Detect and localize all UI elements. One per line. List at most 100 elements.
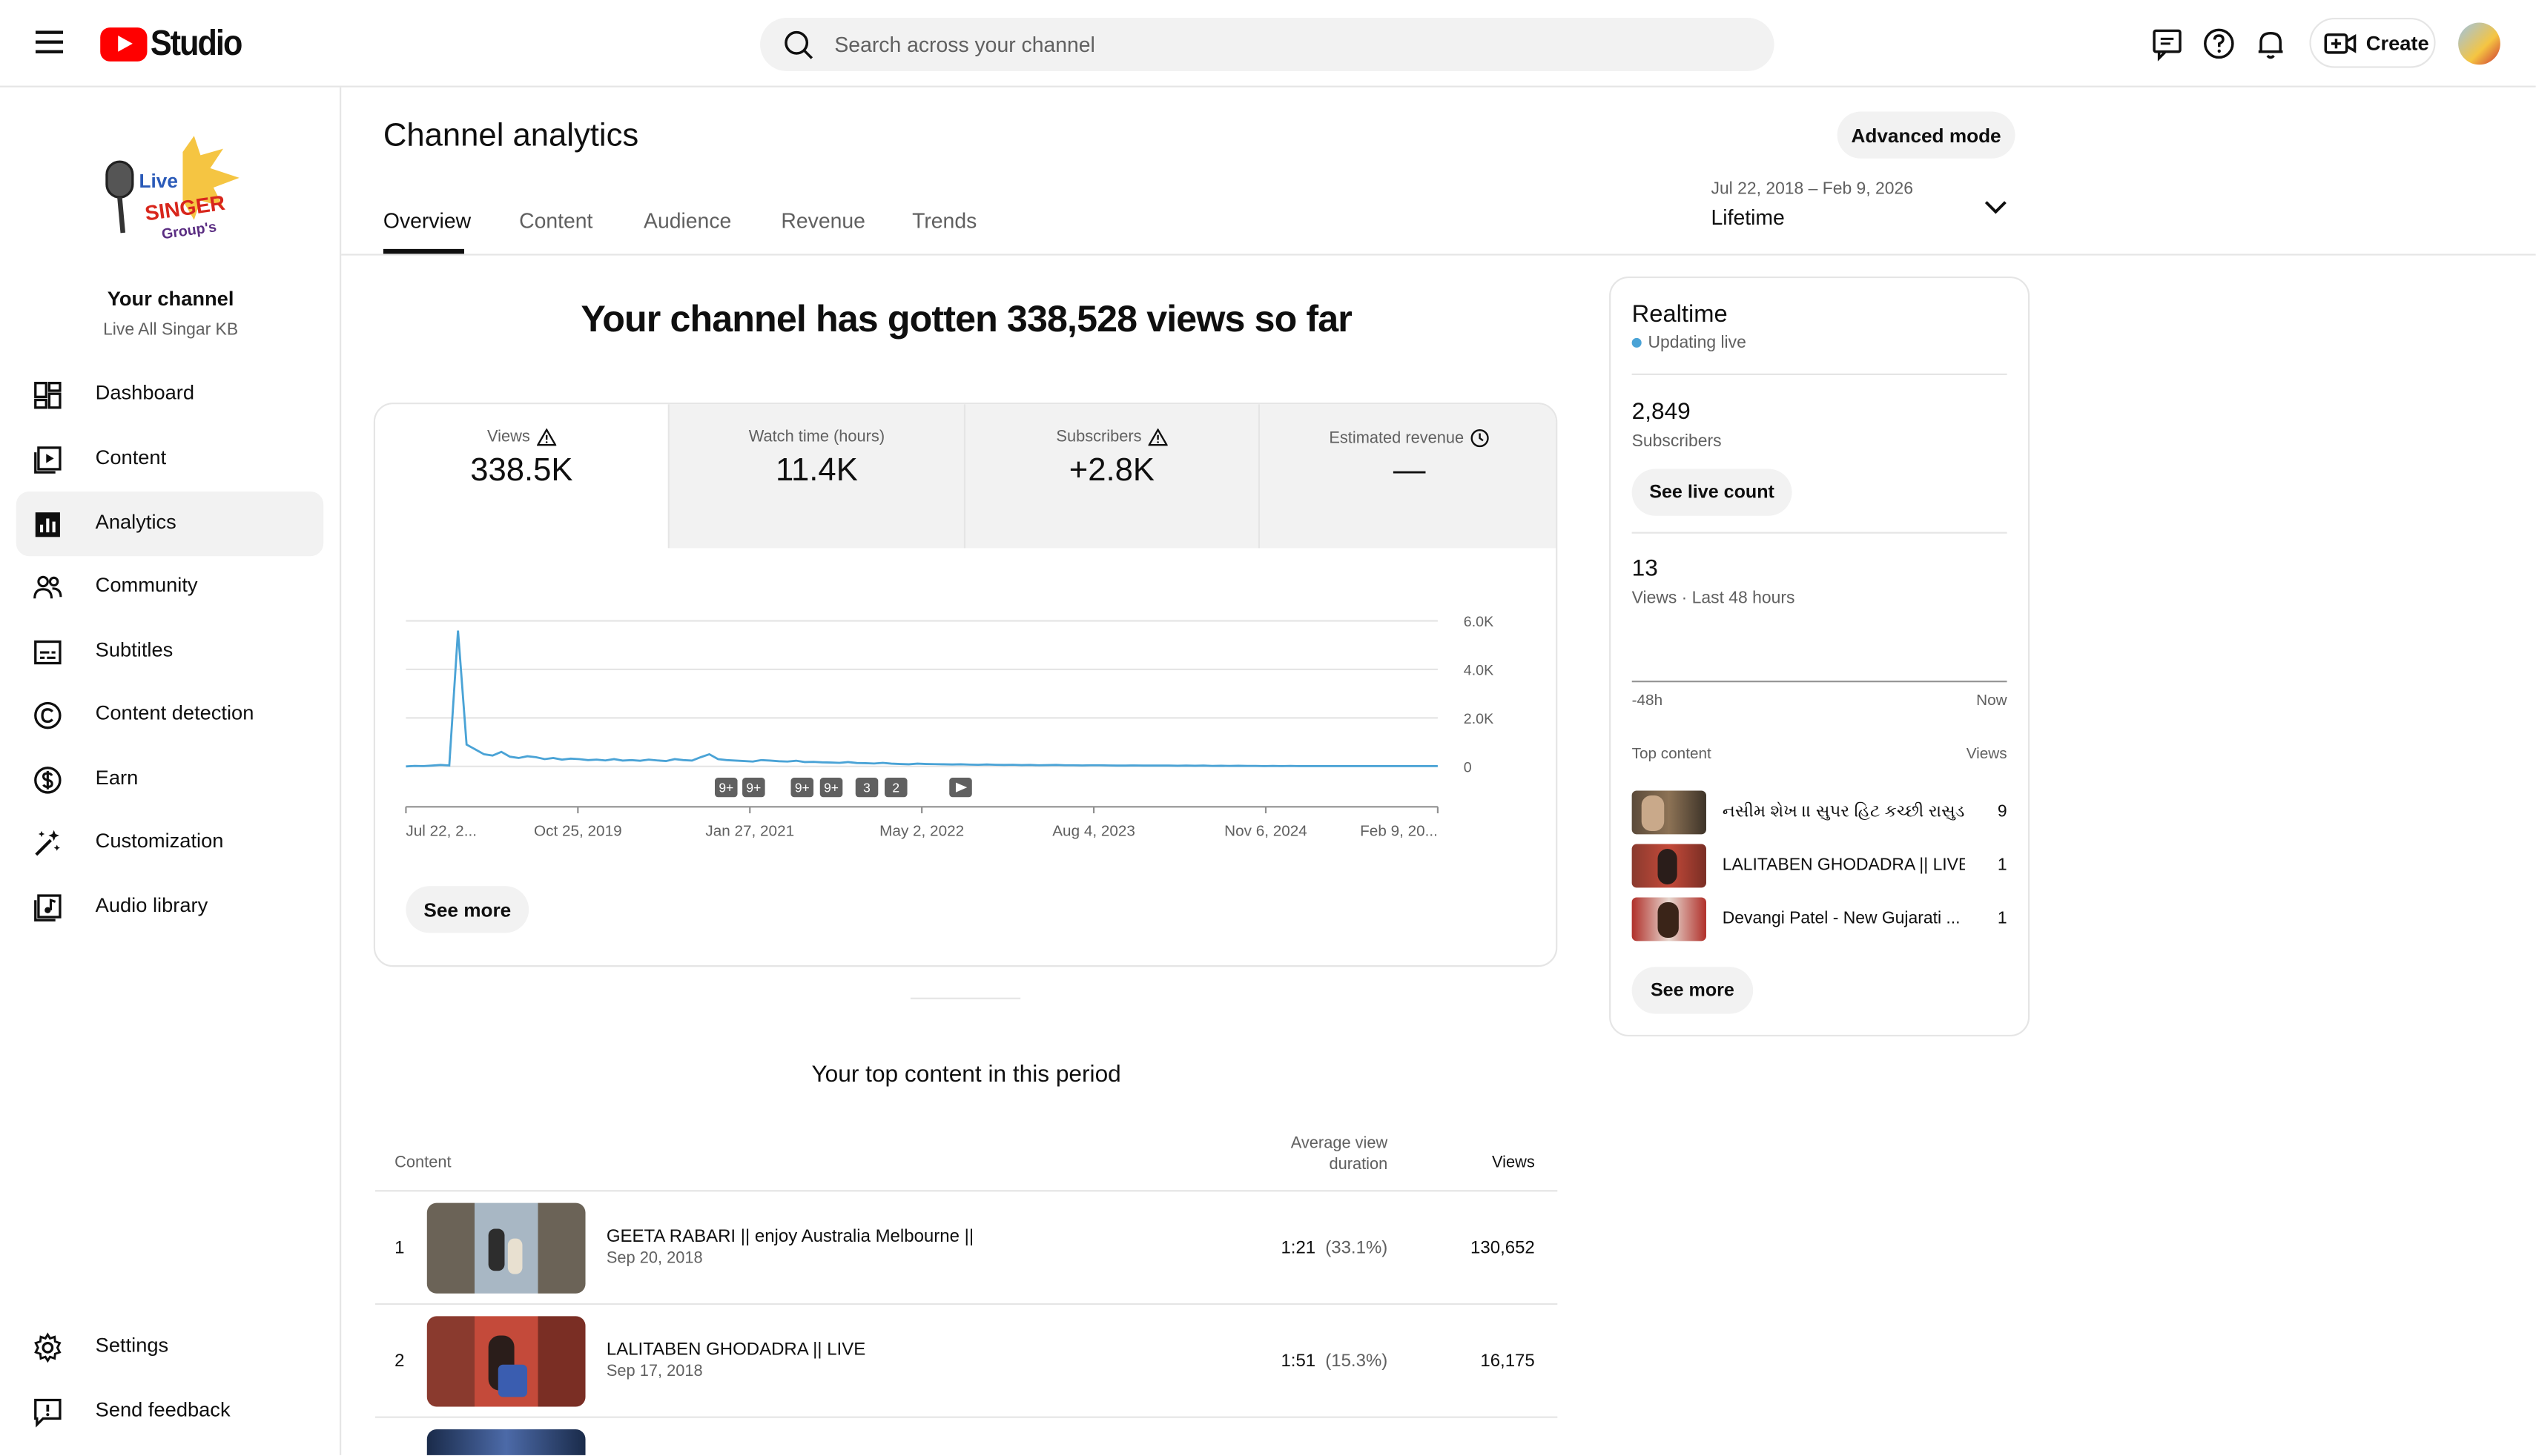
col-views[interactable]: Views xyxy=(1456,1154,1535,1172)
realtime-see-more-button[interactable]: See more xyxy=(1631,967,1754,1014)
tab-content[interactable]: Content xyxy=(519,208,592,233)
nav-label: Send feedback xyxy=(95,1398,231,1422)
metric-label: Estimated revenue xyxy=(1329,429,1465,448)
search-input[interactable]: Search across your channel xyxy=(760,17,1774,71)
row-rank: 2 xyxy=(394,1351,405,1371)
video-thumbnail xyxy=(1631,790,1706,835)
youtube-logo-icon xyxy=(100,26,148,61)
date-period[interactable]: Lifetime xyxy=(1711,205,1784,230)
x-tick-label: Feb 9, 20... xyxy=(1360,823,1438,840)
video-thumbnail[interactable] xyxy=(426,1316,586,1407)
tab-audience[interactable]: Audience xyxy=(644,208,731,233)
channel-label: Your channel xyxy=(107,288,234,311)
logo-text: Studio xyxy=(150,22,243,64)
create-button[interactable]: Create xyxy=(2309,17,2436,68)
nav-label: Community xyxy=(95,574,198,597)
see-live-count-button[interactable]: See live count xyxy=(1631,469,1792,516)
tab-trends[interactable]: Trends xyxy=(912,208,977,233)
nav-label: Content detection xyxy=(95,701,254,725)
video-date: Sep 17, 2018 xyxy=(606,1363,703,1381)
nav-settings[interactable]: Settings xyxy=(16,1314,323,1379)
audio-library-icon xyxy=(34,894,62,921)
nav-analytics[interactable]: Analytics xyxy=(16,492,324,557)
video-marker-label: 9+ xyxy=(746,781,761,795)
nav-customization[interactable]: Customization xyxy=(16,810,323,875)
avg-view-duration: 1:51 (15.3%) xyxy=(1281,1351,1387,1371)
metric-label: Watch time (hours) xyxy=(748,428,885,446)
realtime-bar-chart xyxy=(1631,681,2007,683)
nav-content[interactable]: Content xyxy=(16,427,323,492)
video-marker-label: 9+ xyxy=(795,781,810,795)
overview-card: Views 338.5K Watch time (hours) 11.4K Su… xyxy=(373,403,1558,967)
realtime-item[interactable]: Devangi Patel - New Gujarati ... 1 xyxy=(1631,897,2007,942)
video-thumbnail xyxy=(1631,844,1706,888)
video-title[interactable]: GEETA RABARI || enjoy Australia Melbourn… xyxy=(607,1227,974,1246)
divider xyxy=(1631,373,2007,375)
metric-label: Subscribers xyxy=(1056,428,1142,446)
subscriber-label: Subscribers xyxy=(1631,431,1722,451)
series-line xyxy=(406,630,1438,768)
community-icon xyxy=(33,575,62,599)
y-tick-label: 2.0K xyxy=(1464,711,1493,727)
help-icon[interactable] xyxy=(2201,26,2236,62)
channel-avatar[interactable]: Live SINGER Group's xyxy=(93,126,246,279)
metric-value: 11.4K xyxy=(776,452,858,489)
search-icon xyxy=(785,30,813,59)
nav-label: Settings xyxy=(95,1334,169,1357)
live-status-text: Updating live xyxy=(1648,333,1746,353)
video-title: નસીમ શેખ ।। સુપર હિટ કચ્છી રાસુડા xyxy=(1722,801,1965,821)
account-avatar[interactable] xyxy=(2458,22,2500,65)
metric-watch-time[interactable]: Watch time (hours) 11.4K xyxy=(669,404,966,549)
tab-overview[interactable]: Overview xyxy=(383,208,471,233)
col-content: Content xyxy=(394,1154,452,1173)
chevron-down-icon[interactable] xyxy=(1983,197,2009,216)
nav-earn[interactable]: Earn xyxy=(16,747,323,812)
nav-subtitles[interactable]: Subtitles xyxy=(16,619,323,684)
table-row[interactable]: 1 GEETA RABARI || enjoy Australia Melbou… xyxy=(374,1191,1558,1306)
video-thumbnail[interactable] xyxy=(426,1429,586,1455)
metric-subscribers[interactable]: Subscribers +2.8K xyxy=(965,404,1260,549)
nav-label: Earn xyxy=(95,766,139,790)
headline: Your channel has gotten 338,528 views so… xyxy=(581,297,1352,340)
feedback-icon xyxy=(34,1398,62,1428)
video-marker-label: 9+ xyxy=(824,781,839,795)
metric-revenue[interactable]: Estimated revenue — xyxy=(1259,404,1556,549)
nav-send-feedback[interactable]: Send feedback xyxy=(16,1379,323,1443)
see-more-button[interactable]: See more xyxy=(406,886,529,933)
notifications-icon[interactable] xyxy=(2253,26,2288,62)
metric-views[interactable]: Views 338.5K xyxy=(374,404,670,549)
menu-icon[interactable] xyxy=(35,30,64,53)
table-row[interactable]: 2 LALITABEN GHODADRA || LIVE Sep 17, 201… xyxy=(374,1305,1558,1418)
nav-label: Customization xyxy=(95,829,224,853)
col-avg-duration[interactable]: Average view duration xyxy=(1232,1134,1388,1176)
warning-icon xyxy=(536,428,556,446)
advanced-mode-button[interactable]: Advanced mode xyxy=(1837,111,2015,159)
channel-logo: Live SINGER Group's xyxy=(105,136,240,242)
video-title[interactable]: LALITABEN GHODADRA || LIVE xyxy=(607,1340,865,1360)
studio-logo[interactable]: Studio xyxy=(100,22,251,64)
realtime-item[interactable]: નસીમ શેખ ।। સુપર હિટ કચ્છી રાસુડા 9 xyxy=(1631,790,2007,835)
axis-end: Now xyxy=(1976,692,2007,710)
messages-icon[interactable] xyxy=(2150,26,2185,62)
warning-icon xyxy=(1148,428,1168,446)
video-views: 1 xyxy=(1997,908,2007,928)
video-thumbnail[interactable] xyxy=(426,1202,586,1294)
y-tick-label: 4.0K xyxy=(1464,663,1493,679)
nav-label: Audio library xyxy=(95,894,208,917)
video-date: Sep 20, 2018 xyxy=(606,1249,703,1268)
nav-label: Subtitles xyxy=(95,638,174,662)
axis-start: -48h xyxy=(1631,692,1663,710)
dollar-icon xyxy=(34,767,62,794)
nav-community[interactable]: Community xyxy=(16,555,323,619)
x-tick-label: Jul 22, 2... xyxy=(406,823,477,840)
realtime-item[interactable]: LALITABEN GHODADRA || LIVE 1 xyxy=(1631,844,2007,888)
nav-audio-library[interactable]: Audio library xyxy=(16,875,323,939)
date-range[interactable]: Jul 22, 2018 – Feb 9, 2026 xyxy=(1711,179,1912,199)
nav-dashboard[interactable]: Dashboard xyxy=(16,363,323,427)
nav-content-detection[interactable]: Content detection xyxy=(16,682,323,747)
video-title: LALITABEN GHODADRA || LIVE xyxy=(1722,855,1965,875)
col-avg-duration-line2: duration xyxy=(1329,1156,1388,1174)
video-views: 16,175 xyxy=(1480,1351,1535,1371)
gear-icon xyxy=(34,1332,62,1363)
tab-revenue[interactable]: Revenue xyxy=(781,208,865,233)
